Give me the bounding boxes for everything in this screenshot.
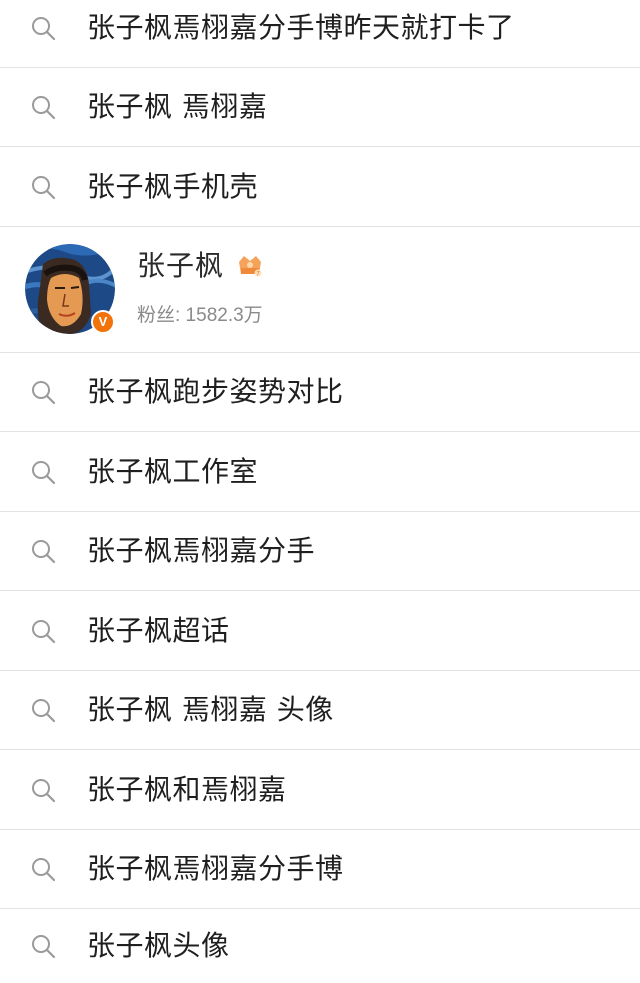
- suggestion-label: 张子枫跑步姿势对比: [87, 375, 344, 408]
- verified-badge-icon: V: [91, 310, 115, 334]
- suggestion-label: 张子枫工作室: [87, 454, 259, 488]
- search-icon: [32, 96, 56, 120]
- suggestion-label: 张子枫焉栩嘉分手博: [87, 852, 344, 885]
- suggestion-row[interactable]: 张子枫焉栩嘉分手博昨天就打卡了: [0, 0, 640, 68]
- search-icon: [32, 619, 56, 643]
- search-icon: [32, 778, 56, 802]
- search-suggestion-list: 张子枫焉栩嘉分手博昨天就打卡了 张子枫 焉栩嘉 张子枫手机壳 V 张子枫 7 粉…: [0, 0, 640, 983]
- suggestion-label: 张子枫焉栩嘉分手: [87, 534, 316, 567]
- fans-count: 粉丝: 1582.3万: [137, 305, 263, 326]
- crown-badge-icon: 7: [239, 256, 262, 278]
- suggestion-label: 张子枫 焉栩嘉 头像: [87, 693, 334, 726]
- search-icon: [32, 175, 56, 199]
- suggestion-row[interactable]: 张子枫焉栩嘉分手: [0, 512, 640, 591]
- user-result-card[interactable]: V 张子枫 7 粉丝: 1582.3万: [0, 227, 640, 353]
- search-icon: [32, 699, 56, 723]
- suggestion-row[interactable]: 张子枫焉栩嘉分手博: [0, 830, 640, 909]
- suggestion-label: 张子枫头像: [87, 929, 230, 962]
- search-icon: [32, 858, 56, 882]
- search-icon: [32, 460, 56, 484]
- suggestion-row[interactable]: 张子枫头像: [0, 909, 640, 983]
- suggestion-row[interactable]: 张子枫手机壳: [0, 147, 640, 227]
- search-icon: [32, 381, 56, 405]
- suggestion-label: 张子枫手机壳: [87, 169, 259, 203]
- suggestion-label: 张子枫和焉栩嘉: [87, 772, 287, 806]
- avatar[interactable]: V: [25, 244, 115, 334]
- suggestion-label: 张子枫超话: [87, 613, 230, 647]
- suggestion-row[interactable]: 张子枫和焉栩嘉: [0, 750, 640, 830]
- suggestion-row[interactable]: 张子枫跑步姿势对比: [0, 353, 640, 432]
- suggestion-row[interactable]: 张子枫工作室: [0, 432, 640, 512]
- suggestion-label: 张子枫焉栩嘉分手博昨天就打卡了: [87, 10, 515, 44]
- suggestion-label: 张子枫 焉栩嘉: [87, 90, 268, 123]
- suggestion-row[interactable]: 张子枫超话: [0, 591, 640, 671]
- search-icon: [32, 540, 56, 564]
- suggestion-row[interactable]: 张子枫 焉栩嘉 头像: [0, 671, 640, 750]
- search-icon: [32, 935, 56, 959]
- suggestion-row[interactable]: 张子枫 焉栩嘉: [0, 68, 640, 147]
- user-name: 张子枫: [137, 249, 225, 282]
- search-icon: [32, 16, 56, 40]
